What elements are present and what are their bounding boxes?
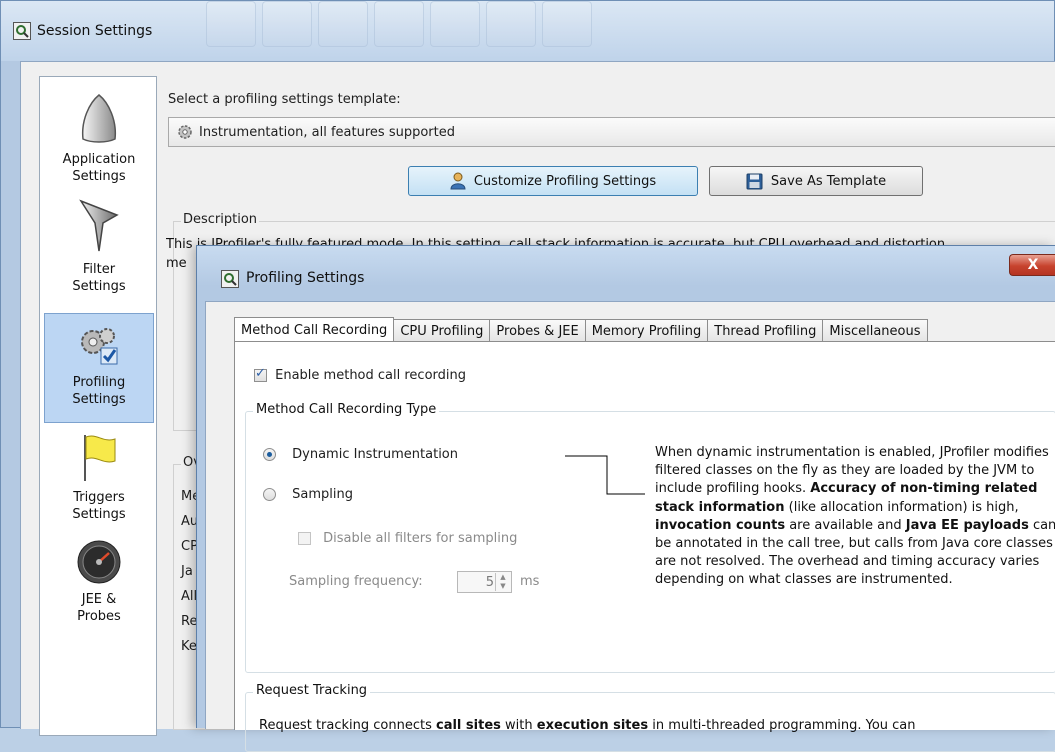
request-tracking-text-part: in multi-threaded programming. You can (648, 718, 916, 733)
sidebar-item-application-settings[interactable]: Application Settings (44, 87, 154, 197)
connector-line (565, 455, 645, 495)
spinner-arrows-icon: ▲ ▼ (495, 573, 510, 591)
disable-filters-label: Disable all filters for sampling (323, 531, 518, 546)
user-settings-icon (450, 172, 466, 190)
window-titlebar: Session Settings (1, 1, 1054, 61)
sidebar-item-label: Triggers (73, 490, 125, 505)
sidebar-item-triggers-settings[interactable]: Triggers Settings (44, 433, 154, 533)
explanation-bold: invocation counts (655, 517, 786, 533)
description-label: Description (181, 212, 260, 227)
sidebar-item-jee-probes[interactable]: JEE & Probes (44, 539, 154, 649)
sampling-frequency-value: 5 (485, 574, 494, 590)
sidebar-item-label: Filter (82, 262, 116, 277)
toolbar-ghost-button (486, 1, 536, 47)
profiling-gears-icon (81, 328, 118, 365)
overview-row: Re (181, 614, 198, 629)
overview-row: All (181, 589, 198, 604)
jprofiler-app-icon (221, 270, 239, 288)
toolbar-ghost-button (542, 1, 592, 47)
request-tracking-bold: execution sites (536, 718, 649, 733)
disable-filters-checkbox (298, 532, 311, 545)
jprofiler-app-icon (13, 22, 31, 40)
background-toolbar (206, 1, 636, 51)
close-button[interactable]: X (1009, 254, 1055, 276)
window-title: Session Settings (37, 23, 153, 39)
tab-method-call-recording[interactable]: Method Call Recording (234, 317, 395, 344)
profiling-settings-dialog: Profiling Settings X Method Call Recordi… (196, 245, 1055, 752)
sidebar-item-label: Settings (72, 279, 126, 294)
template-select[interactable]: Instrumentation, all features supported (168, 117, 1055, 147)
toolbar-ghost-button (206, 1, 256, 47)
sidebar-item-label: Profiling (72, 375, 126, 390)
sidebar-item-filter-settings[interactable]: Filter Settings (44, 197, 154, 307)
sampling-frequency-unit: ms (520, 574, 540, 589)
save-template-button-label: Save As Template (770, 173, 887, 189)
tab-bar: Method Call Recording CPU Profiling Prob… (234, 317, 928, 344)
request-tracking-group-label: Request Tracking (253, 683, 371, 698)
explanation-text: (like allocation information) is high, (784, 499, 1019, 515)
overview-row: Ke (181, 639, 197, 654)
close-icon: X (1027, 257, 1039, 273)
toolbar-ghost-button (262, 1, 312, 47)
sampling-frequency-input: 5 ▲ ▼ (457, 571, 512, 593)
request-tracking-bold: call sites (436, 718, 501, 733)
sidebar-item-label: Settings (72, 507, 126, 522)
request-tracking-text-part: with (500, 718, 537, 733)
jee-probes-gauge-icon (77, 540, 121, 584)
request-tracking-text-part: Request tracking connects (259, 718, 436, 733)
explanation-text: are available and (785, 517, 906, 533)
save-disk-icon (746, 173, 763, 189)
settings-sidebar: Application Settings Filter Settings Pro… (39, 76, 157, 736)
sampling-frequency-label: Sampling frequency: (289, 574, 423, 589)
method-call-recording-panel: Enable method call recording Method Call… (234, 341, 1055, 752)
customize-profiling-settings-button[interactable]: Customize Profiling Settings (408, 166, 698, 196)
sidebar-item-label: Settings (72, 392, 126, 407)
toolbar-ghost-button (318, 1, 368, 47)
overview-row: Ja (181, 564, 193, 579)
request-tracking-text: Request tracking connects call sites wit… (259, 718, 1055, 733)
template-label: Select a profiling settings template: (168, 92, 401, 107)
toolbar-ghost-button (374, 1, 424, 47)
triggers-flag-icon (84, 435, 116, 481)
sidebar-item-profiling-settings[interactable]: Profiling Settings (44, 313, 154, 423)
filter-funnel-icon (79, 199, 119, 252)
explanation-bold: Java EE payloads (905, 517, 1029, 533)
template-select-value: Instrumentation, all features supported (199, 124, 455, 140)
toolbar-ghost-button (430, 1, 480, 47)
application-settings-icon (81, 94, 117, 143)
customize-button-label: Customize Profiling Settings (473, 173, 657, 189)
sidebar-item-label: Application (62, 152, 136, 167)
disable-filters-row: Disable all filters for sampling (298, 531, 517, 546)
save-as-template-button[interactable]: Save As Template (709, 166, 923, 196)
sidebar-item-label: JEE & (81, 592, 117, 607)
dialog-client: Method Call Recording CPU Profiling Prob… (205, 301, 1055, 752)
sidebar-item-label: Settings (72, 169, 126, 184)
dynamic-instrumentation-explanation: When dynamic instrumentation is enabled,… (655, 444, 1055, 590)
gear-icon (178, 125, 192, 139)
dialog-title: Profiling Settings (246, 270, 365, 286)
sidebar-item-label: Probes (77, 609, 121, 624)
